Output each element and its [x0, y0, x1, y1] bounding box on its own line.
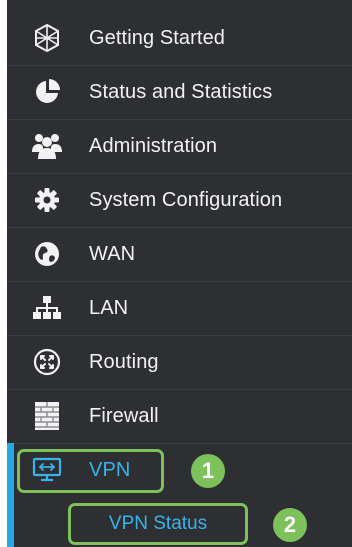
nav-item-lan[interactable]: LAN — [7, 281, 352, 335]
globe-icon — [30, 237, 64, 271]
nav-item-label: Status and Statistics — [89, 80, 273, 103]
nav-item-label: System Configuration — [89, 188, 283, 211]
brick-wall-icon — [30, 399, 64, 433]
nav-item-status-statistics[interactable]: Status and Statistics — [7, 65, 352, 119]
callout-box-vpn — [17, 449, 164, 493]
nav-item-label: Administration — [89, 134, 218, 157]
nav-item-wan[interactable]: WAN — [7, 227, 352, 281]
pie-chart-icon — [30, 75, 64, 109]
network-tree-icon — [30, 291, 64, 325]
nav-item-getting-started[interactable]: Getting Started — [7, 11, 352, 65]
nav-item-label: Getting Started — [89, 26, 226, 49]
callout-badge-1: 1 — [191, 454, 225, 488]
globe-wire-icon — [30, 21, 64, 55]
callout-box-vpn-status — [68, 503, 248, 545]
gear-icon — [30, 183, 64, 217]
callout-badge-2: 2 — [273, 508, 307, 542]
nav-item-routing[interactable]: Routing — [7, 335, 352, 389]
nav-item-firewall[interactable]: Firewall — [7, 389, 352, 443]
nav-item-administration[interactable]: Administration — [7, 119, 352, 173]
users-icon — [30, 129, 64, 163]
routing-arrows-icon — [30, 345, 64, 379]
nav-item-label: Firewall — [89, 404, 159, 427]
screenshot-frame: Getting Started Status and Statistics Ad… — [0, 0, 352, 547]
nav-item-label: LAN — [89, 296, 129, 319]
nav-item-label: WAN — [89, 242, 136, 265]
nav-item-system-configuration[interactable]: System Configuration — [7, 173, 352, 227]
nav-item-label: Routing — [89, 350, 159, 373]
